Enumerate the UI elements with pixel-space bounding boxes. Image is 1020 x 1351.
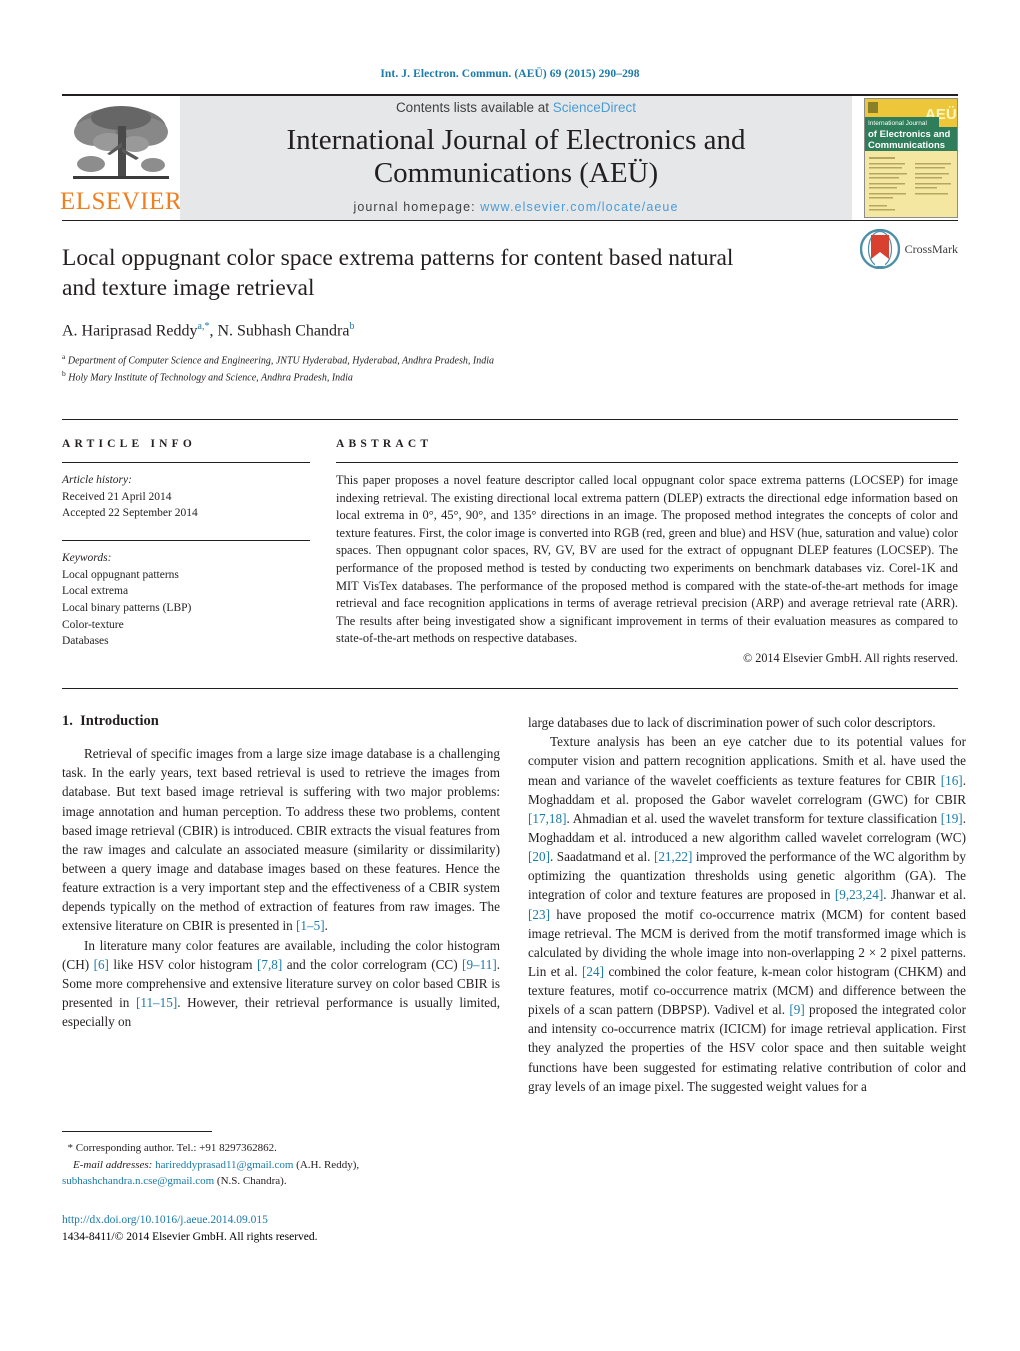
keyword-item: Local extrema (62, 585, 129, 598)
abstract-heading: ABSTRACT (336, 438, 433, 450)
corresponding-author-text: Corresponding author. Tel.: +91 82973628… (75, 1142, 277, 1155)
journal-title-line2: Communications (AEÜ) (373, 157, 659, 189)
article-info-rule (62, 462, 310, 463)
body-left-column: 1. Introduction Retrieval of specific im… (62, 713, 500, 1246)
journal-homepage-line: journal homepage: www.elsevier.com/locat… (353, 200, 678, 214)
keywords-rule (62, 540, 310, 542)
body-paragraph: large databases due to lack of discrimin… (528, 715, 936, 731)
citation-ref[interactable]: [9,23,24] (835, 887, 883, 902)
email-owner-1: (A.H. Reddy), (296, 1158, 360, 1171)
citation-ref[interactable]: [20] (528, 849, 550, 864)
issn-copyright-line: 1434-8411/© 2014 Elsevier GmbH. All righ… (62, 1230, 318, 1243)
elsevier-logo: ELSEVIER (59, 96, 183, 220)
citation-ref[interactable]: [1–5] (296, 918, 325, 933)
citation-ref[interactable]: [7,8] (257, 957, 282, 972)
running-head: Int. J. Electron. Commun. (AEÜ) 69 (2015… (380, 68, 640, 80)
journal-cover-image: AEÜ International Journal of Electronics… (865, 99, 957, 217)
citation-ref[interactable]: [11–15] (136, 995, 177, 1010)
citation-ref[interactable]: [17,18] (528, 811, 566, 826)
keyword-item: Databases (62, 635, 109, 648)
citation-ref[interactable]: [23] (528, 907, 550, 922)
keyword-item: Local binary patterns (LBP) (62, 602, 192, 615)
author-name-2: N. Subhash Chandra (217, 322, 350, 340)
homepage-url-link[interactable]: www.elsevier.com/locate/aeue (480, 200, 678, 214)
svg-text:International Journal: International Journal (868, 120, 927, 127)
email-label: E-mail addresses: (73, 1158, 153, 1171)
article-history-block: Article history: Received 21 April 2014 … (62, 472, 310, 522)
affiliation-a: a Department of Computer Science and Eng… (62, 352, 958, 369)
section-title-text: Introduction (80, 713, 159, 730)
keywords-label: Keywords: (62, 552, 112, 565)
section-number: 1. (62, 713, 73, 730)
article-history-label: Article history: (62, 474, 132, 486)
abstract-text: This paper proposes a novel feature desc… (336, 473, 958, 646)
citation-ref[interactable]: [19] (941, 811, 963, 826)
contents-prefix: Contents lists available at (395, 99, 553, 115)
doi-link[interactable]: http://dx.doi.org/10.1016/j.aeue.2014.09… (62, 1212, 500, 1229)
author-2-affil-marker: b (349, 321, 355, 333)
footnote-rule (62, 1131, 212, 1133)
author-name-1: A. Hariprasad Reddy (62, 322, 198, 340)
journal-cover-thumbnail: AEÜ International Journal of Electronics… (864, 98, 958, 218)
crossmark-label: CrossMark (904, 241, 958, 256)
elsevier-wordmark: ELSEVIER (59, 188, 183, 215)
affiliation-a-text: Department of Computer Science and Engin… (67, 355, 494, 367)
body-paragraph: Retrieval of specific images from a larg… (62, 746, 500, 934)
citation-ref[interactable]: [24] (582, 964, 604, 979)
citation-ref[interactable]: [9] (789, 1002, 804, 1017)
body-paragraph: In literature many color features are av… (62, 937, 501, 1030)
info-abstract-band: ARTICLE INFO Article history: Received 2… (62, 419, 958, 666)
copyright-line: © 2014 Elsevier GmbH. All rights reserve… (742, 651, 958, 666)
author-list: A. Hariprasad Reddya,*, N. Subhash Chand… (62, 321, 355, 340)
svg-text:Communications: Communications (868, 140, 945, 151)
citation-ref[interactable]: [9–11] (462, 957, 497, 972)
article-info-column: ARTICLE INFO Article history: Received 2… (62, 438, 310, 666)
citation-ref[interactable]: [6] (94, 957, 109, 972)
affiliation-a-marker: a (62, 352, 66, 362)
journal-title-line1: International Journal of Electronics and (286, 123, 746, 156)
article-title-band: Local oppugnant color space extrema patt… (62, 220, 958, 393)
elsevier-tree-icon (73, 106, 169, 179)
contents-available-line: Contents lists available at ScienceDirec… (396, 100, 636, 115)
corresponding-author-note: * Corresponding author. Tel.: +91 829736… (62, 1140, 500, 1157)
affiliation-b-marker: b (62, 369, 66, 379)
keyword-item: Local oppugnant patterns (62, 568, 179, 581)
sciencedirect-link[interactable]: ScienceDirect (553, 100, 636, 115)
page-title: Local oppugnant color space extrema patt… (62, 245, 734, 302)
body-right-column: large databases due to lack of discrimin… (528, 713, 966, 1246)
journal-masthead: ELSEVIER Contents lists available at Sci… (59, 94, 958, 220)
email-owner-2: (N.S. Chandra). (216, 1175, 287, 1188)
masthead-center: Contents lists available at ScienceDirec… (180, 96, 852, 220)
email-link-2[interactable]: subhashchandra.n.cse@gmail.com (62, 1175, 214, 1187)
article-info-heading: ARTICLE INFO (62, 438, 197, 450)
keyword-item: Color-texture (62, 618, 124, 631)
keywords-block: Keywords: Local oppugnant patterns Local… (62, 550, 310, 650)
journal-title: International Journal of Electronics and… (286, 124, 745, 190)
article-accepted-date: Accepted 22 September 2014 (62, 507, 198, 520)
author-1-corresponding-marker: ,* (201, 321, 210, 333)
body-paragraph: Texture analysis has been an eye catcher… (528, 734, 966, 1094)
affiliation-b-text: Holy Mary Institute of Technology and Sc… (68, 372, 353, 384)
citation-ref[interactable]: [21,22] (654, 849, 692, 864)
footnote-block: * Corresponding author. Tel.: +91 829736… (62, 1131, 500, 1246)
homepage-prefix: journal homepage: (353, 200, 476, 215)
svg-text:of Electronics and: of Electronics and (868, 129, 951, 140)
crossmark-icon (859, 229, 900, 269)
body-band: 1. Introduction Retrieval of specific im… (62, 688, 966, 1246)
paper-page: Int. J. Electron. Commun. (AEÜ) 69 (2015… (0, 0, 1020, 1351)
abstract-column: ABSTRACT This paper proposes a novel fea… (336, 438, 958, 666)
doi-block: http://dx.doi.org/10.1016/j.aeue.2014.09… (62, 1212, 500, 1247)
affiliation-b: b Holy Mary Institute of Technology and … (62, 369, 958, 386)
email-note: E-mail addresses: harireddyprasad11@gmai… (62, 1157, 500, 1190)
article-received-date: Received 21 April 2014 (62, 490, 172, 503)
citation-ref[interactable]: [16] (941, 773, 963, 788)
section-heading-introduction: 1. Introduction (62, 713, 500, 730)
journal-cover-container: AEÜ International Journal of Electronics… (852, 96, 958, 220)
abstract-rule (336, 462, 958, 463)
email-link-1[interactable]: harireddyprasad11@gmail.com (155, 1159, 293, 1171)
footnote-star-marker: * (67, 1142, 74, 1155)
crossmark-badge[interactable]: CrossMark (859, 229, 958, 269)
